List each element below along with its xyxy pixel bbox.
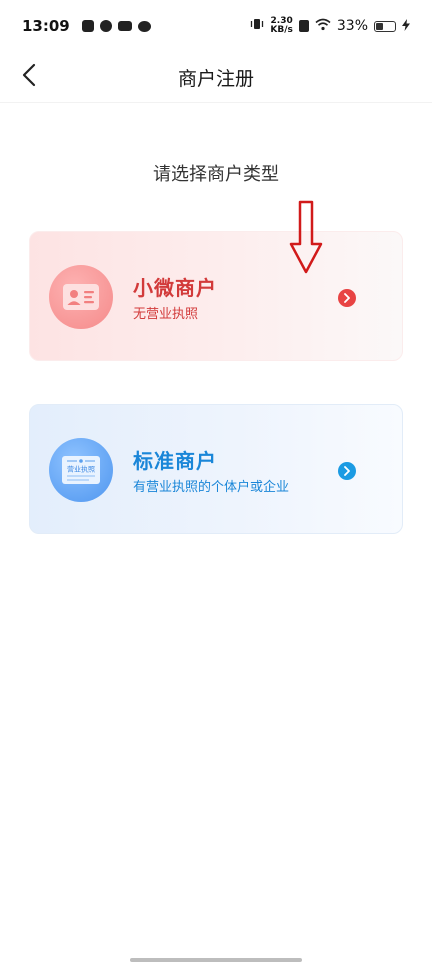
card-title: 标准商户 xyxy=(133,449,217,473)
app-icon xyxy=(117,21,132,31)
back-button[interactable] xyxy=(14,62,44,92)
chevron-right-icon xyxy=(338,289,356,307)
down-arrow-icon xyxy=(289,200,323,274)
micro-merchant-card[interactable]: 小微商户 无营业执照 xyxy=(29,231,403,361)
wifi-icon xyxy=(315,17,331,35)
section-subtitle: 请选择商户类型 xyxy=(153,164,279,185)
standard-merchant-card[interactable]: 营业执照 标准商户 有营业执照的个体户或企业 xyxy=(29,404,403,534)
app-header: 商户注册 xyxy=(0,52,432,103)
card-title: 小微商户 xyxy=(133,276,217,300)
card-description: 无营业执照 xyxy=(133,307,199,322)
status-bar: 13:09 2.30 KB/s 33% xyxy=(0,0,432,52)
status-bar-right: 2.30 KB/s 33% xyxy=(250,17,410,35)
status-time: 13:09 xyxy=(22,17,70,35)
battery-icon xyxy=(374,20,396,32)
license-icon-text: 营业执照 xyxy=(67,465,95,474)
home-indicator[interactable] xyxy=(130,958,302,962)
message-icon xyxy=(81,20,94,32)
business-license-icon: 营业执照 xyxy=(49,438,113,502)
charging-icon xyxy=(402,17,410,35)
page-title: 商户注册 xyxy=(177,67,254,90)
check-icon xyxy=(99,20,112,32)
id-card-icon xyxy=(49,265,113,329)
wechat-icon xyxy=(137,20,151,32)
card-description: 有营业执照的个体户或企业 xyxy=(133,480,290,495)
battery-percent: 33% xyxy=(336,18,368,34)
sim-icon xyxy=(298,20,309,32)
chevron-left-icon xyxy=(22,63,36,91)
chevron-right-icon xyxy=(338,462,356,480)
vibrate-icon xyxy=(250,17,264,35)
status-bar-left: 13:09 xyxy=(22,17,151,35)
net-speed: 2.30 KB/s xyxy=(270,17,292,35)
net-speed-unit: KB/s xyxy=(270,25,293,35)
